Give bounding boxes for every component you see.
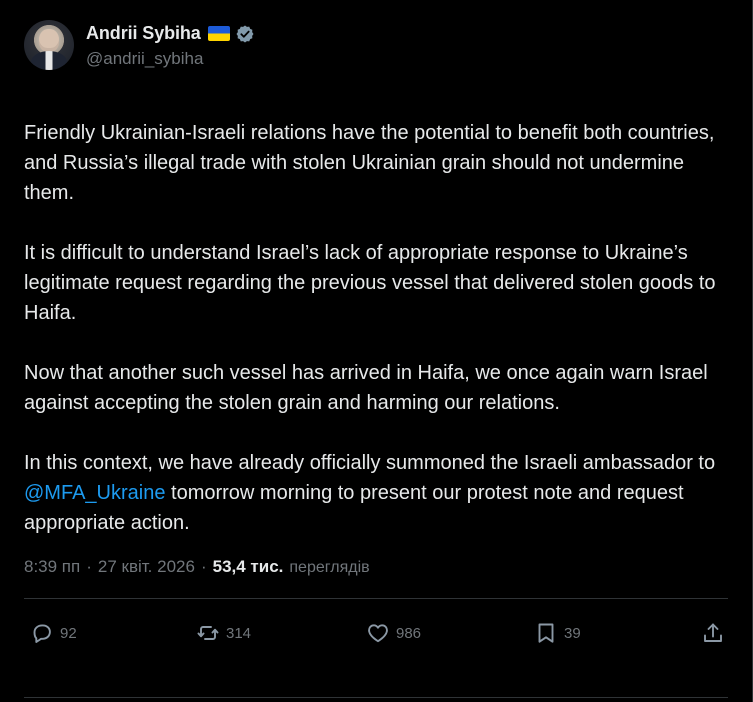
divider: [24, 598, 728, 599]
post-paragraph: Friendly Ukrainian-Israeli relations hav…: [24, 122, 715, 204]
heart-icon: [368, 624, 388, 643]
meta-separator: ·: [200, 557, 207, 576]
avatar[interactable]: [24, 20, 74, 70]
post-text-segment: In this context, we have already officia…: [24, 452, 716, 474]
repost-icon: [197, 626, 219, 640]
share-icon: [704, 623, 722, 642]
bookmark-count: 39: [564, 624, 581, 642]
author-handle[interactable]: @andrii_sybiha: [86, 49, 255, 69]
post-text: Friendly Ukrainian-Israeli relations hav…: [24, 118, 736, 568]
name-row: Andrii Sybiha: [86, 22, 255, 46]
action-bar: 92 314 986 39: [24, 616, 730, 650]
divider: [24, 697, 728, 698]
repost-button[interactable]: 314: [196, 616, 251, 650]
post-paragraph: It is difficult to understand Israel’s l…: [24, 242, 716, 324]
post-paragraph: In this context, we have already officia…: [24, 448, 736, 538]
views-label: переглядів: [289, 559, 370, 576]
repost-count: 314: [226, 624, 252, 642]
author-display-name[interactable]: Andrii Sybiha: [86, 23, 201, 44]
mention-link[interactable]: @MFA_Ukraine: [24, 482, 165, 504]
reply-button[interactable]: 92: [30, 616, 77, 650]
author-names: Andrii Sybiha @andrii_sybiha: [86, 22, 255, 69]
reply-icon: [33, 624, 51, 643]
meta-separator: ·: [86, 557, 92, 576]
post-date[interactable]: 27 квіт. 2026: [98, 557, 195, 577]
ukraine-flag-icon: [207, 26, 230, 41]
bookmark-icon: [538, 623, 554, 643]
like-button[interactable]: 986: [366, 616, 421, 650]
post-meta: 8:39 пп · 27 квіт. 2026 · 53,4 тис. пере…: [24, 557, 370, 577]
reply-count: 92: [60, 624, 77, 642]
bookmark-button[interactable]: 39: [534, 616, 581, 650]
like-count: 986: [396, 624, 422, 642]
post-time[interactable]: 8:39 пп: [24, 557, 80, 577]
post-card: Andrii Sybiha @andrii_sybiha Friendly Uk…: [0, 0, 753, 702]
post-paragraph: Now that another such vessel has arrived…: [24, 362, 708, 414]
post-header: Andrii Sybiha @andrii_sybiha: [24, 18, 255, 72]
views-count[interactable]: 53,4 тис.: [213, 557, 284, 577]
verified-badge-icon[interactable]: [235, 24, 255, 44]
share-button[interactable]: [701, 616, 725, 650]
